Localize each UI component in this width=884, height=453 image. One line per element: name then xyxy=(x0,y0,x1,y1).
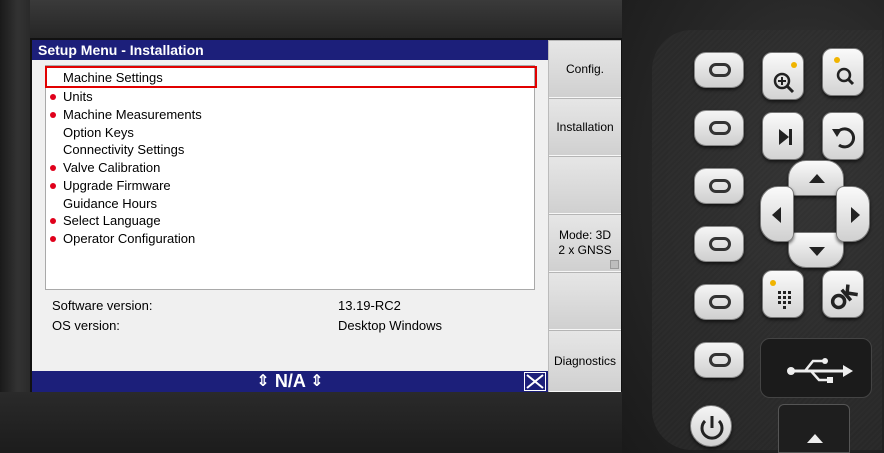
dpad-left-button[interactable] xyxy=(760,186,794,242)
undo-button[interactable] xyxy=(822,112,864,160)
usb-icon xyxy=(787,358,853,383)
page-title: Setup Menu - Installation xyxy=(32,40,548,60)
status-bar: ⇕ N/A ⇕ xyxy=(32,371,548,392)
hard-key-1[interactable] xyxy=(694,52,744,88)
mode-button-label: Mode: 3D 2 x GNSS xyxy=(558,228,611,258)
soft-key-column: Config. Installation Mode: 3D 2 x GNSS D… xyxy=(548,40,621,392)
skip-button[interactable] xyxy=(762,112,804,160)
status-readout: ⇕ N/A ⇕ xyxy=(32,371,548,392)
status-dot-icon xyxy=(50,183,56,189)
skip-next-icon xyxy=(779,129,792,145)
ring-icon xyxy=(709,237,731,251)
software-version-label: Software version: xyxy=(52,298,153,313)
diagnostics-button[interactable]: Diagnostics xyxy=(549,330,621,392)
menu-item-connectivity-settings[interactable]: Connectivity Settings xyxy=(47,141,535,159)
ring-icon xyxy=(709,63,731,77)
status-dot-icon xyxy=(50,112,56,118)
eject-button[interactable] xyxy=(778,404,850,453)
corner-indicator-icon xyxy=(610,260,619,269)
soft-key-blank-1[interactable] xyxy=(549,156,621,214)
status-dot-icon xyxy=(50,236,56,242)
zoom-in-icon xyxy=(773,62,797,94)
ring-icon xyxy=(709,121,731,135)
menu-item-label: Connectivity Settings xyxy=(63,142,185,157)
zoom-button[interactable] xyxy=(822,48,864,96)
zoom-icon xyxy=(834,57,855,86)
status-dot-icon xyxy=(50,94,56,100)
eject-icon xyxy=(807,434,823,443)
menu-item-label: Guidance Hours xyxy=(63,196,157,211)
undo-icon xyxy=(832,127,855,149)
diagnostics-button-label: Diagnostics xyxy=(553,353,617,368)
keypad-icon xyxy=(770,280,791,309)
menu-item-label: Upgrade Firmware xyxy=(63,178,171,193)
mode-line-1: Mode: 3D xyxy=(558,228,611,242)
zoom-in-button[interactable] xyxy=(762,52,804,100)
mode-line-2: 2 x GNSS xyxy=(558,243,612,257)
config-button[interactable]: Config. xyxy=(549,40,621,98)
display-screen: Setup Menu - Installation Machine Settin… xyxy=(30,38,622,392)
ring-icon xyxy=(709,179,731,193)
menu-item-label: Operator Configuration xyxy=(63,231,196,246)
hard-key-6[interactable] xyxy=(694,342,744,378)
software-version-row: Software version: 13.19-RC2 xyxy=(52,297,532,315)
device-housing-bottom xyxy=(0,392,660,453)
ring-icon xyxy=(709,295,731,309)
status-dot-icon xyxy=(50,165,56,171)
config-button-label: Config. xyxy=(565,61,605,76)
up-down-arrow-icon: ⇕ xyxy=(310,373,324,390)
ring-icon xyxy=(709,353,731,367)
menu-item-option-keys[interactable]: Option Keys xyxy=(47,124,535,142)
os-version-label: OS version: xyxy=(52,318,120,333)
ok-button[interactable] xyxy=(822,270,864,318)
dpad-down-button[interactable] xyxy=(788,232,844,268)
arrow-left-icon xyxy=(772,207,781,223)
hard-key-5[interactable] xyxy=(694,284,744,320)
menu-item-guidance-hours[interactable]: Guidance Hours xyxy=(47,195,535,213)
power-button[interactable] xyxy=(690,405,732,447)
menu-item-label: Valve Calibration xyxy=(63,160,161,175)
hard-key-3[interactable] xyxy=(694,168,744,204)
menu-item-label: Units xyxy=(63,89,93,104)
installation-button-label: Installation xyxy=(556,119,614,134)
menu-item-valve-calibration[interactable]: Valve Calibration xyxy=(47,159,535,177)
menu-item-label: Machine Settings xyxy=(63,70,163,85)
menu-item-machine-settings[interactable]: Machine Settings xyxy=(45,66,537,88)
menu-item-machine-measurements[interactable]: Machine Measurements xyxy=(47,106,535,124)
mode-button[interactable]: Mode: 3D 2 x GNSS xyxy=(549,214,621,272)
ok-icon xyxy=(830,284,858,310)
usb-port-cover xyxy=(760,338,872,398)
soft-key-blank-2[interactable] xyxy=(549,272,621,330)
power-icon xyxy=(700,416,724,440)
dpad-right-button[interactable] xyxy=(836,186,870,242)
close-icon[interactable] xyxy=(524,372,546,391)
setup-menu-list: Machine Settings Units Machine Measureme… xyxy=(45,65,537,290)
menu-item-label: Option Keys xyxy=(63,125,134,140)
menu-item-label: Select Language xyxy=(63,213,161,228)
keypad-button[interactable] xyxy=(762,270,804,318)
hard-key-4[interactable] xyxy=(694,226,744,262)
hard-key-2[interactable] xyxy=(694,110,744,146)
menu-item-upgrade-firmware[interactable]: Upgrade Firmware xyxy=(47,177,535,195)
menu-item-operator-configuration[interactable]: Operator Configuration xyxy=(47,230,535,248)
software-version-value: 13.19-RC2 xyxy=(338,298,401,313)
main-area: Setup Menu - Installation Machine Settin… xyxy=(32,40,548,371)
device-housing-left xyxy=(0,0,30,453)
os-version-row: OS version: Desktop Windows xyxy=(52,317,532,335)
menu-item-select-language[interactable]: Select Language xyxy=(47,212,535,230)
menu-item-units[interactable]: Units xyxy=(47,88,535,106)
menu-item-label: Machine Measurements xyxy=(63,107,202,122)
os-version-value: Desktop Windows xyxy=(338,318,443,333)
installation-button[interactable]: Installation xyxy=(549,98,621,156)
arrow-right-icon xyxy=(851,207,860,223)
status-dot-icon xyxy=(50,218,56,224)
up-down-arrow-icon: ⇕ xyxy=(256,373,270,390)
status-value: N/A xyxy=(274,371,306,391)
